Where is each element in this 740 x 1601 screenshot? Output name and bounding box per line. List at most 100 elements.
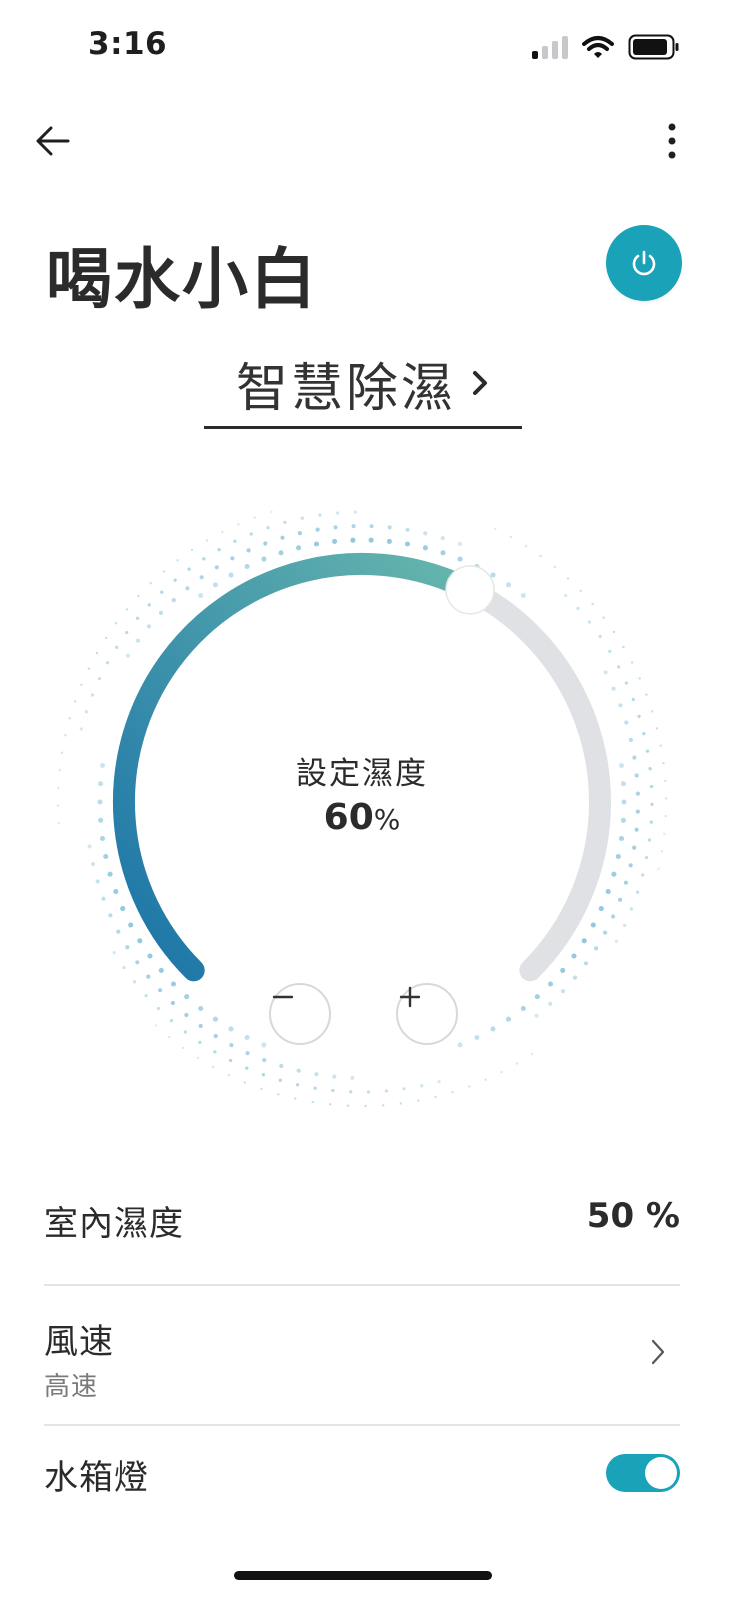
decorative-dot: [603, 670, 608, 675]
decorative-dot: [614, 939, 619, 943]
decorative-dot: [217, 548, 221, 552]
decorative-dot: [185, 586, 190, 591]
decorative-dot: [649, 820, 653, 824]
decorative-dot: [170, 981, 177, 987]
decorative-dot: [283, 520, 287, 525]
more-vertical-icon: [668, 123, 676, 159]
decorative-dot: [261, 556, 267, 562]
decorative-dot: [146, 624, 152, 629]
decorative-dot: [125, 945, 130, 950]
decorative-dot: [548, 1001, 553, 1007]
decorative-dot: [105, 661, 110, 665]
decorative-dot: [205, 539, 209, 542]
decorative-dot: [125, 653, 130, 658]
decorative-dot: [333, 525, 338, 530]
decorative-dot: [420, 1084, 424, 1088]
decorative-dot: [332, 538, 338, 544]
fan-speed-row[interactable]: 風速 高速: [44, 1286, 680, 1426]
decorative-dot: [277, 1093, 280, 1096]
decorative-dot: [382, 1104, 385, 1107]
decorative-dot: [490, 572, 496, 578]
fan-speed-label: 風速: [44, 1322, 114, 1362]
decorative-dot: [620, 817, 626, 823]
decorative-dot: [270, 510, 273, 513]
decorative-dot: [405, 527, 410, 532]
decorative-dot: [402, 1087, 406, 1091]
decorative-dot: [560, 989, 566, 994]
decorative-dot: [369, 524, 374, 529]
decorative-dot: [457, 1042, 463, 1048]
decorative-dot: [368, 537, 374, 543]
status-icons: [532, 34, 680, 60]
decorative-dot: [147, 953, 153, 959]
status-time: 3:16: [88, 26, 168, 62]
decorative-dot: [423, 531, 428, 536]
tank-light-toggle[interactable]: [606, 1454, 680, 1492]
decorative-dot: [154, 1024, 158, 1027]
back-button[interactable]: [28, 116, 78, 166]
decorative-dot: [515, 1062, 519, 1065]
decorative-dot: [128, 922, 134, 928]
decorative-dot: [98, 781, 104, 787]
decorative-dot: [279, 1063, 284, 1068]
decorative-dot: [190, 548, 194, 552]
decorative-dot: [457, 556, 463, 562]
decorative-dot: [440, 536, 445, 541]
decorative-dot: [107, 871, 113, 877]
decorative-dot: [170, 1000, 175, 1006]
decrease-button[interactable]: [269, 983, 331, 1045]
decorative-dot: [635, 809, 640, 814]
decorative-dot: [158, 988, 163, 993]
power-button[interactable]: [606, 225, 682, 301]
decorative-dot: [547, 981, 554, 987]
decorative-dot: [579, 589, 582, 592]
decorative-dot: [137, 594, 140, 598]
decorative-dot: [451, 1091, 454, 1094]
decorative-dot: [278, 550, 284, 556]
more-options-button[interactable]: [652, 116, 692, 166]
increase-button[interactable]: [396, 983, 458, 1045]
fan-speed-value: 高速: [44, 1372, 99, 1402]
decorative-dot: [103, 853, 109, 860]
decorative-dot: [608, 649, 612, 654]
toggle-knob: [645, 1457, 677, 1489]
decorative-dot: [132, 980, 137, 984]
decorative-dot: [260, 1087, 263, 1091]
decorative-dot: [364, 1104, 367, 1108]
decorative-dot: [571, 953, 577, 959]
decorative-dot: [490, 1026, 496, 1032]
decorative-dot: [122, 965, 126, 970]
decorative-dot: [95, 879, 100, 884]
decorative-dot: [198, 1023, 203, 1029]
decorative-dot: [651, 710, 654, 713]
decorative-dot: [87, 844, 92, 849]
decorative-dot: [294, 1097, 297, 1100]
decorative-dot: [313, 541, 320, 547]
decorative-dot: [641, 873, 645, 877]
decorative-dot: [202, 557, 206, 561]
decorative-dot: [230, 556, 235, 561]
decorative-dot: [560, 967, 566, 973]
decorative-dot: [630, 661, 634, 664]
decorative-dot: [84, 710, 89, 714]
decorative-dot: [387, 525, 392, 530]
top-navigation: [0, 110, 740, 170]
decorative-dot: [622, 923, 627, 928]
decorative-dot: [611, 871, 617, 877]
decorative-dot: [113, 889, 119, 895]
chevron-right-icon: [651, 1339, 665, 1365]
decorative-dot: [648, 767, 652, 771]
decorative-dot: [660, 850, 664, 853]
decorative-dot: [97, 799, 103, 805]
decorative-dot: [99, 835, 106, 842]
decorative-dot: [663, 832, 666, 835]
decorative-dot: [583, 961, 589, 966]
indoor-humidity-row: 室內濕度 50 %: [44, 1164, 680, 1286]
decorative-dot: [149, 582, 152, 585]
dial-handle[interactable]: [445, 565, 495, 615]
decorative-dot: [101, 896, 106, 901]
decorative-dot: [214, 565, 219, 570]
mode-selector[interactable]: 智慧除濕: [204, 340, 522, 429]
decorative-dot: [135, 638, 141, 643]
decorative-dot: [183, 1030, 187, 1034]
